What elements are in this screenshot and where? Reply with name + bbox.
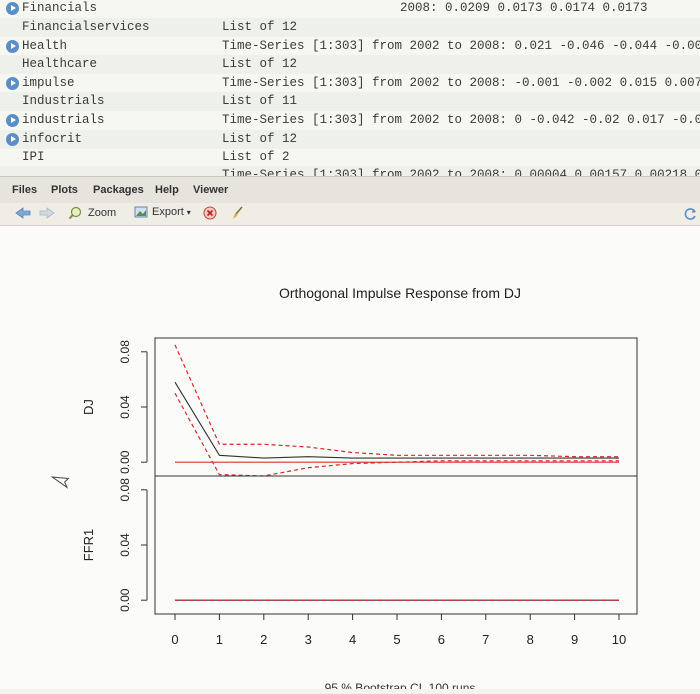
x-tick-label: 10	[612, 632, 626, 647]
variable-name-text: impulse	[22, 76, 75, 90]
pane-tabs: Files Plots Packages Help Viewer	[0, 176, 700, 204]
x-tick-label: 8	[527, 632, 534, 647]
variable-name: Health	[6, 37, 67, 56]
broom-icon	[233, 206, 243, 219]
export-label: Export	[152, 206, 184, 218]
y-tick-label: 0.00	[118, 588, 132, 612]
chart-title: Orthogonal Impulse Response from DJ	[279, 285, 521, 301]
mouse-cursor-icon	[50, 476, 70, 489]
variable-name-text: Healthcare	[22, 57, 98, 71]
tab-files[interactable]: Files	[12, 184, 37, 196]
x-axis-label: 95 % Bootstrap CI, 100 runs	[325, 681, 476, 689]
environment-row[interactable]: Financialservices List of 12	[0, 18, 700, 37]
x-tick-label: 3	[305, 632, 312, 647]
panel-label: FFR1	[81, 529, 96, 562]
variable-name: Healthcare	[22, 55, 97, 74]
variable-value: List of 12	[222, 57, 298, 71]
variable-value: List of 12	[222, 20, 298, 34]
environment-row[interactable]: Financials 2008: 0.0209 0.0173 0.0174 0.0…	[0, 0, 700, 18]
zoom-button[interactable]: Zoom	[68, 206, 116, 220]
clear-all-button[interactable]	[231, 206, 245, 220]
panel-frame	[154, 475, 638, 615]
play-circle-icon[interactable]	[6, 114, 19, 127]
tab-help[interactable]: Help	[155, 184, 179, 196]
environment-row[interactable]: Health Time-Series [1:303] from 2002 to 2…	[0, 37, 700, 56]
x-tick-label: 6	[438, 632, 445, 647]
variable-value: List of 12	[222, 132, 298, 146]
variable-name: impulse	[6, 74, 75, 93]
variable-name-text: Financials	[22, 1, 98, 15]
play-circle-icon[interactable]	[6, 40, 19, 53]
forward-arrow-icon[interactable]	[38, 206, 56, 220]
series-estimate-line	[174, 381, 619, 459]
play-circle-icon[interactable]	[6, 2, 19, 15]
image-icon	[134, 206, 148, 218]
refresh-icon[interactable]	[684, 207, 698, 221]
tab-packages[interactable]: Packages	[93, 184, 144, 196]
environment-pane: Financials 2008: 0.0209 0.0173 0.0174 0.0…	[0, 0, 700, 176]
environment-row[interactable]: Time-Series [1:303] from 2002 to 2008: 0…	[0, 166, 700, 176]
tab-viewer[interactable]: Viewer	[193, 184, 228, 196]
x-tick-label: 4	[349, 632, 356, 647]
variable-name-text: Industrials	[22, 94, 105, 108]
environment-row[interactable]: industrials Time-Series [1:303] from 2002…	[0, 111, 700, 130]
export-button[interactable]: Export ▾	[134, 206, 191, 218]
variable-name: industrials	[6, 111, 105, 130]
variable-name-text: Health	[22, 39, 68, 53]
remove-icon	[203, 206, 217, 220]
x-tick-label: 0	[171, 632, 178, 647]
tab-plots[interactable]: Plots	[51, 184, 78, 196]
series-upper-line	[174, 344, 619, 458]
variable-name-text: Financialservices	[22, 20, 150, 34]
plots-toolbar: Zoom Export ▾	[0, 203, 700, 226]
variable-name: Industrials	[22, 92, 105, 111]
environment-row[interactable]: IPI List of 2	[0, 148, 700, 167]
variable-name: Financials	[6, 0, 97, 18]
variable-name-text: IPI	[22, 150, 45, 164]
variable-name-text: industrials	[22, 113, 105, 127]
variable-name: Financialservices	[22, 18, 150, 37]
x-tick-label: 9	[571, 632, 578, 647]
variable-value: 2008: 0.0209 0.0173 0.0174 0.0173	[400, 1, 648, 15]
x-tick-label: 1	[216, 632, 223, 647]
y-tick-label: 0.08	[118, 478, 132, 502]
variable-value: List of 11	[222, 94, 298, 108]
x-tick-label: 2	[260, 632, 267, 647]
y-tick-label: 0.04	[118, 395, 132, 419]
plot-viewer: Orthogonal Impulse Response from DJ 95 %…	[0, 226, 700, 694]
magnifier-icon	[68, 206, 82, 220]
x-tick-label: 5	[393, 632, 400, 647]
variable-value: Time-Series [1:303] from 2002 to 2008: 0…	[222, 168, 700, 176]
y-tick-label: 0.04	[118, 533, 132, 557]
variable-value: Time-Series [1:303] from 2002 to 2008: -…	[222, 76, 700, 90]
play-circle-icon[interactable]	[6, 77, 19, 90]
panel-label: DJ	[81, 399, 96, 415]
environment-row[interactable]: impulse Time-Series [1:303] from 2002 to …	[0, 74, 700, 93]
environment-row[interactable]: Industrials List of 11	[0, 92, 700, 111]
chevron-down-icon: ▾	[186, 207, 191, 217]
remove-plot-button[interactable]	[203, 206, 217, 220]
play-circle-icon[interactable]	[6, 133, 19, 146]
variable-value: Time-Series [1:303] from 2002 to 2008: 0…	[222, 113, 700, 127]
environment-row[interactable]: infocrit List of 12	[0, 130, 700, 149]
variable-name: infocrit	[6, 130, 82, 149]
series-lower-line	[174, 392, 619, 477]
impulse-response-chart: Orthogonal Impulse Response from DJ 95 %…	[50, 285, 638, 694]
variable-value: Time-Series [1:303] from 2002 to 2008: 0…	[222, 39, 700, 53]
y-tick-label: 0.00	[118, 450, 132, 474]
zoom-label: Zoom	[88, 207, 117, 219]
back-arrow-icon[interactable]	[14, 206, 32, 220]
y-tick-label: 0.08	[118, 340, 132, 364]
x-tick-label: 7	[482, 632, 489, 647]
variable-name: IPI	[22, 148, 45, 167]
variable-value: List of 2	[222, 150, 290, 164]
variable-name-text: infocrit	[22, 132, 83, 146]
environment-row[interactable]: Healthcare List of 12	[0, 55, 700, 74]
